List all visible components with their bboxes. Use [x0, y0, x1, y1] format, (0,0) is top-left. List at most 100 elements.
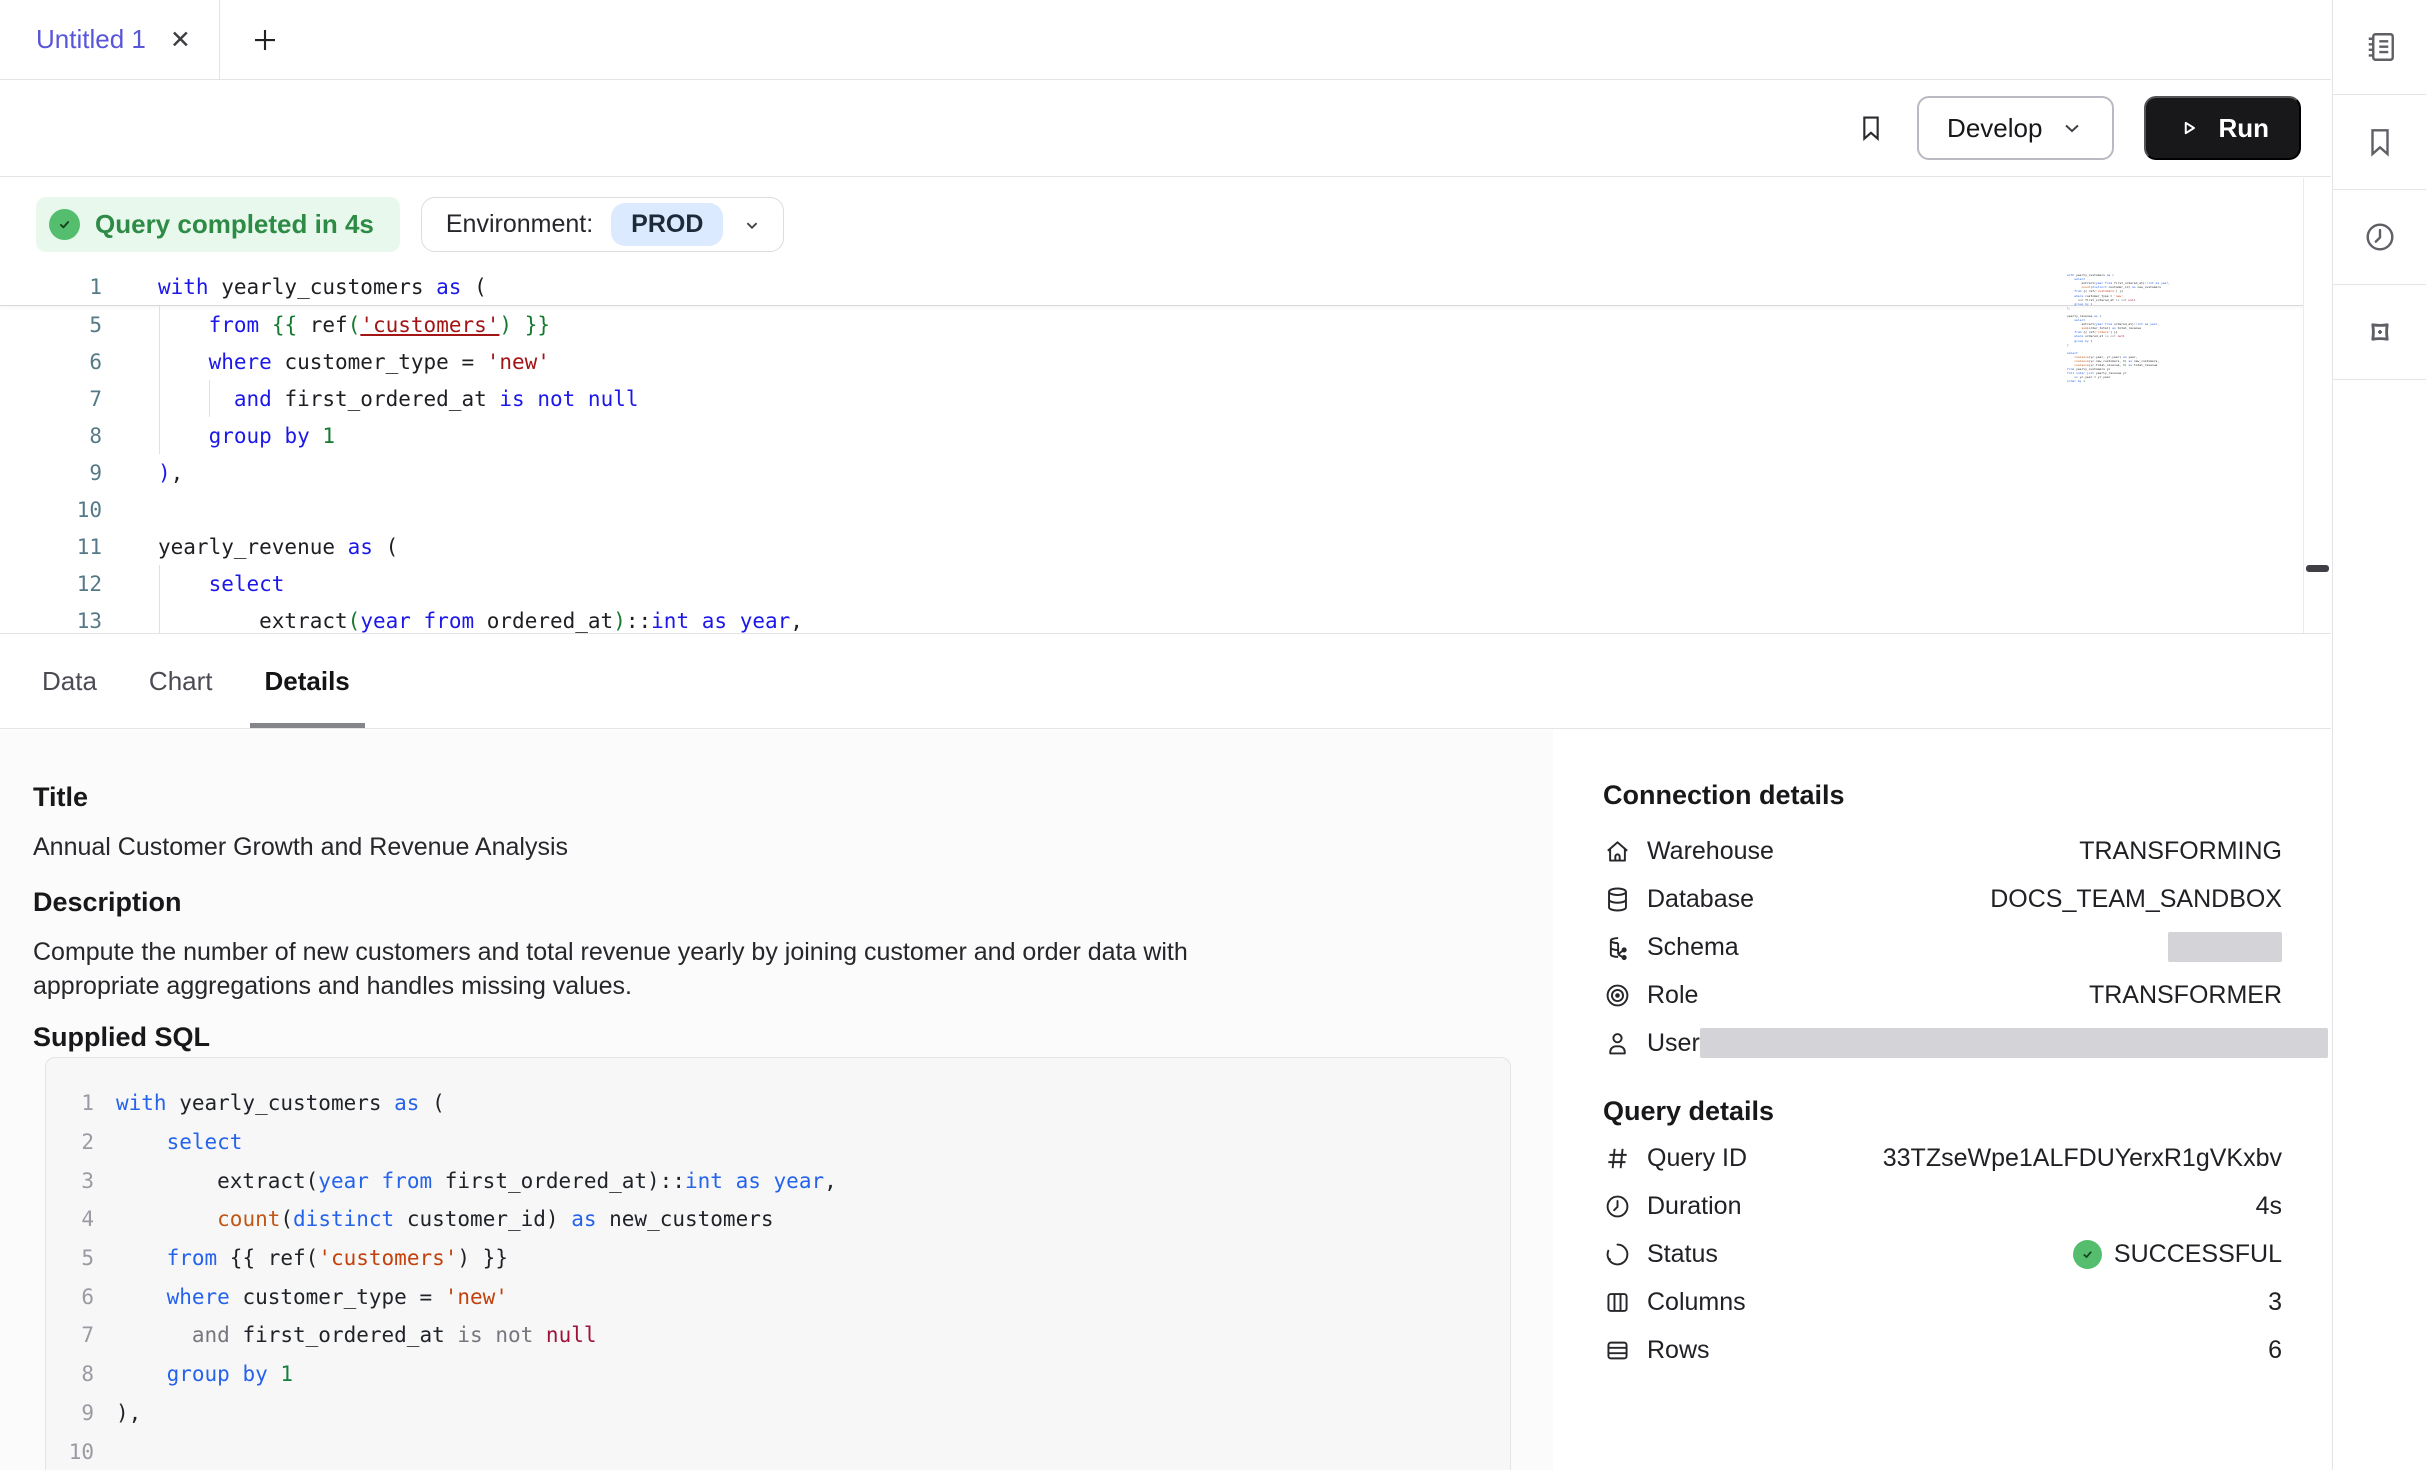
new-tab-button[interactable] [250, 25, 280, 55]
role-label: Role [1647, 981, 1698, 1010]
code-line: 12 select [0, 565, 2303, 602]
rail-sparkle-button[interactable] [2333, 285, 2426, 380]
develop-label: Develop [1947, 113, 2042, 144]
code-line: 6 where customer_type = 'new' [0, 343, 2303, 380]
bookmark-icon [2362, 124, 2398, 160]
user-icon [1603, 1029, 1632, 1058]
duration-value: 4s [2256, 1192, 2282, 1221]
user-value-redacted [1700, 1028, 2328, 1058]
columns-label: Columns [1647, 1288, 1746, 1317]
code-line: 3 extract(year from first_ordered_at)::i… [60, 1161, 1510, 1200]
editor-code[interactable]: 1with yearly_customers as (5 from {{ ref… [0, 269, 2303, 633]
connection-rows: Warehouse TRANSFORMING Database DOCS_TEA… [1603, 827, 2282, 1067]
run-button[interactable]: Run [2144, 96, 2301, 160]
connection-details-heading: Connection details [1603, 780, 1845, 811]
code-line: 1with yearly_customers as ( [0, 269, 2303, 306]
editor-minimap[interactable]: with yearly_customers as ( select extrac… [2067, 273, 2185, 387]
editor-toolbar: Develop Run [0, 80, 2331, 177]
editor-scrollbar[interactable] [2303, 178, 2331, 633]
run-label: Run [2218, 113, 2269, 144]
details-sidebar: Connection details Warehouse TRANSFORMIN… [1553, 730, 2331, 1470]
row-schema: Schema [1603, 923, 2282, 971]
row-rows: Rows 6 [1603, 1326, 2282, 1374]
notebook-icon [2362, 29, 2398, 65]
code-line: 1with yearly_customers as ( [60, 1084, 1510, 1123]
code-line: 8 group by 1 [60, 1355, 1510, 1394]
row-query-id: Query ID 33TZseWpe1ALFDUYerxR1gVKxbv [1603, 1134, 2282, 1182]
code-line: 10 [0, 491, 2303, 528]
warehouse-value: TRANSFORMING [2079, 837, 2282, 866]
query-id-label: Query ID [1647, 1144, 1747, 1173]
spinner-icon [1603, 1240, 1632, 1269]
code-line: 7 and first_ordered_at is not null [60, 1316, 1510, 1355]
scrollbar-thumb[interactable] [2306, 565, 2329, 572]
redacted-value [2168, 932, 2282, 962]
environment-selector[interactable]: Environment: PROD [421, 197, 785, 252]
indent-guide [159, 565, 160, 633]
query-status-badge: Query completed in 4s [36, 197, 400, 252]
file-tab-untitled-1[interactable]: Untitled 1 ✕ [0, 0, 220, 79]
schema-icon [1603, 933, 1632, 962]
user-label: User [1647, 1029, 1700, 1058]
tab-bar: Untitled 1 ✕ [0, 0, 2331, 80]
app-window: Untitled 1 ✕ Develop Run [0, 0, 2426, 1470]
bookmark-button[interactable] [1855, 112, 1887, 144]
code-line: 8 group by 1 [0, 417, 2303, 454]
database-value: DOCS_TEAM_SANDBOX [1990, 885, 2282, 914]
check-circle-icon [49, 209, 80, 240]
tab-data[interactable]: Data [42, 635, 97, 728]
schema-value-redacted [2168, 932, 2282, 962]
sql-editor: Query completed in 4s Environment: PROD … [0, 178, 2331, 634]
rows-icon [1603, 1336, 1632, 1365]
code-line: 5 from {{ ref('customers') }} [60, 1239, 1510, 1278]
row-database: Database DOCS_TEAM_SANDBOX [1603, 875, 2282, 923]
close-icon[interactable]: ✕ [170, 25, 191, 55]
environment-label: Environment: [446, 210, 593, 239]
code-line: 7 and first_ordered_at is not null [0, 380, 2303, 417]
code-line: 11yearly_revenue as ( [0, 528, 2303, 565]
query-details-heading: Query details [1603, 1096, 1774, 1127]
schema-label: Schema [1647, 933, 1739, 962]
bookmark-icon [1855, 112, 1887, 144]
details-panel: Title Annual Customer Growth and Revenue… [0, 730, 2331, 1470]
code-line: 9), [0, 454, 2303, 491]
chevron-down-icon [741, 214, 763, 236]
rows-label: Rows [1647, 1336, 1710, 1365]
play-icon [2176, 115, 2202, 141]
indent-guide [209, 380, 210, 417]
code-line: 13 extract(year from ordered_at)::int as… [0, 602, 2303, 633]
details-main: Title Annual Customer Growth and Revenue… [0, 730, 1553, 1470]
status-label: Status [1647, 1240, 1718, 1269]
develop-dropdown[interactable]: Develop [1917, 96, 2114, 160]
supplied-sql-heading: Supplied SQL [33, 1022, 210, 1053]
code-line: order by 1 [2067, 379, 2185, 383]
rail-notebook-button[interactable] [2333, 0, 2426, 95]
code-line: 6 where customer_type = 'new' [60, 1277, 1510, 1316]
redacted-value [1700, 1028, 2328, 1058]
history-clock-icon [2362, 219, 2398, 255]
main-area: Untitled 1 ✕ Develop Run [0, 0, 2331, 1470]
chevron-down-icon [2060, 116, 2084, 140]
title-value: Annual Customer Growth and Revenue Analy… [33, 830, 568, 864]
clock-icon [1603, 1192, 1632, 1221]
rows-value: 6 [2268, 1336, 2282, 1365]
code-line: 10 [60, 1432, 1510, 1470]
environment-value-pill: PROD [611, 203, 723, 246]
tab-details[interactable]: Details [265, 635, 350, 728]
status-badge-text: SUCCESSFUL [2114, 1240, 2282, 1269]
code-line: 5 from {{ ref('customers') }} [0, 306, 2303, 343]
rail-bookmark-button[interactable] [2333, 95, 2426, 190]
duration-label: Duration [1647, 1192, 1742, 1221]
query-rows: Query ID 33TZseWpe1ALFDUYerxR1gVKxbv Dur… [1603, 1134, 2282, 1374]
title-heading: Title [33, 782, 88, 813]
plus-icon [250, 25, 280, 55]
success-check-icon [2073, 1240, 2102, 1269]
indent-guide [159, 306, 160, 454]
row-warehouse: Warehouse TRANSFORMING [1603, 827, 2282, 875]
code-line: 2 select [60, 1123, 1510, 1162]
tab-chart[interactable]: Chart [149, 635, 213, 728]
database-label: Database [1647, 885, 1754, 914]
rail-history-button[interactable] [2333, 190, 2426, 285]
columns-value: 3 [2268, 1288, 2282, 1317]
role-value: TRANSFORMER [2089, 981, 2282, 1010]
